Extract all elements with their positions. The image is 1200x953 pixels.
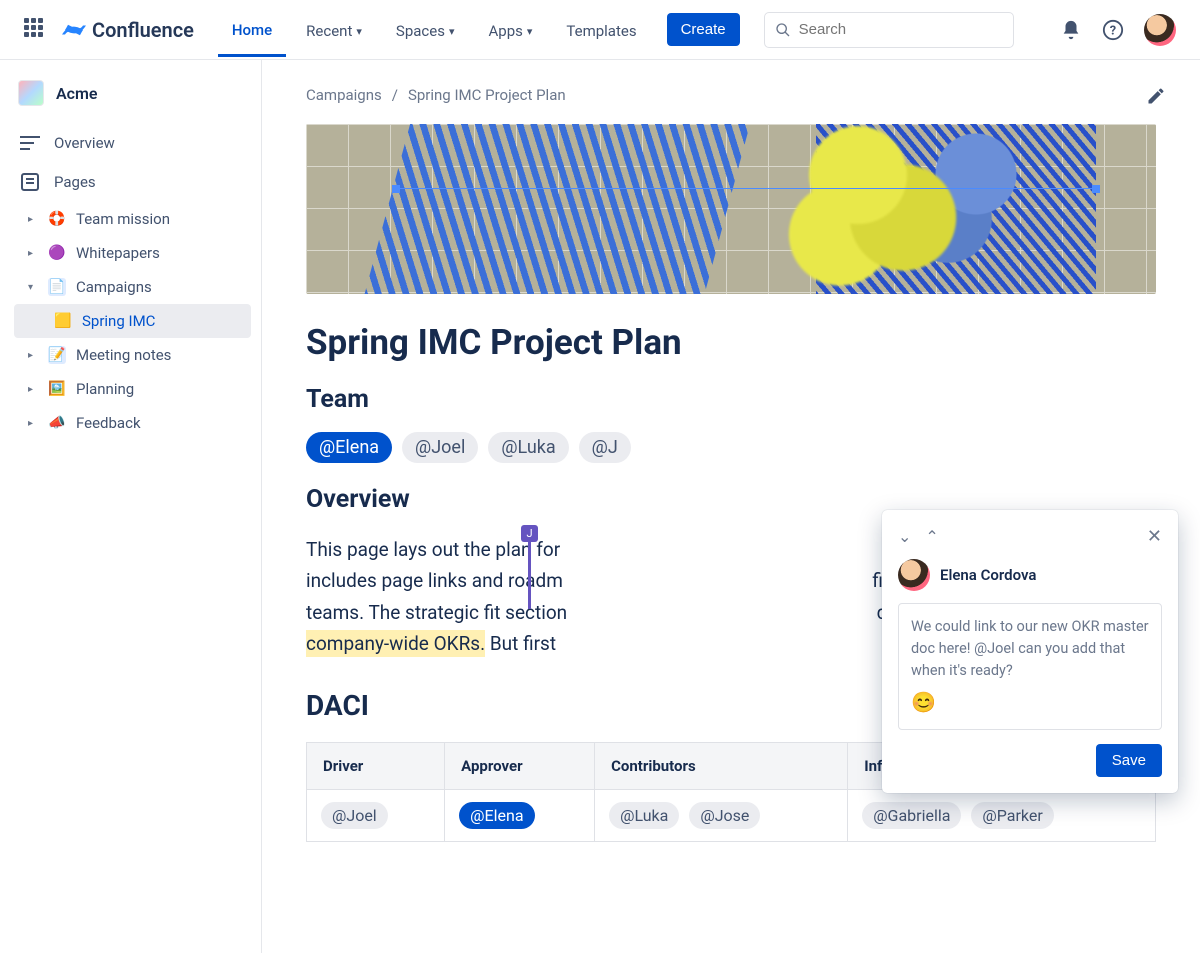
chevron-down-icon: ▾ — [449, 25, 455, 38]
sidebar-overview[interactable]: Overview — [10, 124, 251, 162]
mention-luka[interactable]: @Luka — [609, 802, 679, 829]
table-row: @Joel @Elena @Luka @Jose @Gabriella @Par… — [307, 790, 1156, 842]
hero-image — [306, 124, 1156, 294]
tree-item-feedback[interactable]: ▸ 📣 Feedback — [14, 406, 251, 440]
comment-author-avatar — [898, 559, 930, 591]
confluence-logo[interactable]: Confluence — [62, 18, 194, 42]
comment-next-icon[interactable]: ⌃ — [925, 527, 938, 546]
sidebar-pages[interactable]: Pages — [10, 162, 251, 202]
team-heading: Team — [306, 385, 1156, 414]
cube-icon: 🟣 — [48, 244, 66, 262]
app-switcher-icon[interactable] — [24, 18, 48, 42]
document-icon: 📄 — [48, 278, 66, 296]
chevron-down-icon: ▾ — [356, 25, 362, 38]
mention-elena[interactable]: @Elena — [459, 802, 534, 829]
tree-item-meeting-notes[interactable]: ▸ 📝 Meeting notes — [14, 338, 251, 372]
space-icon — [18, 80, 44, 106]
close-icon[interactable]: ✕ — [1147, 526, 1162, 547]
team-mentions: @Elena @Joel @Luka @J — [306, 432, 1156, 463]
megaphone-icon: 📣 — [48, 414, 66, 432]
space-header[interactable]: Acme — [10, 76, 251, 124]
daci-header-approver: Approver — [445, 743, 595, 790]
tree-item-team-mission[interactable]: ▸ 🛟 Team mission — [14, 202, 251, 236]
chevron-right-icon: ▸ — [28, 418, 38, 429]
mention-jose[interactable]: @Jose — [689, 802, 760, 829]
mention-gabriella[interactable]: @Gabriella — [862, 802, 961, 829]
breadcrumb-current[interactable]: Spring IMC Project Plan — [408, 86, 566, 104]
mention-joel[interactable]: @Joel — [321, 802, 388, 829]
svg-text:?: ? — [1110, 23, 1116, 38]
breadcrumb: Campaigns / Spring IMC Project Plan — [306, 86, 1156, 104]
daci-header-driver: Driver — [307, 743, 445, 790]
nav-home[interactable]: Home — [218, 3, 286, 57]
breadcrumb-parent[interactable]: Campaigns — [306, 86, 382, 104]
chevron-right-icon: ▸ — [28, 350, 38, 361]
emoji-icon: 😊 — [911, 687, 1149, 717]
help-icon[interactable]: ? — [1102, 19, 1124, 41]
nav-spaces[interactable]: Spaces▾ — [382, 4, 469, 55]
search-input[interactable] — [799, 21, 1003, 38]
collaborator-cursor — [528, 534, 531, 609]
mention-parker[interactable]: @Parker — [971, 802, 1053, 829]
space-name: Acme — [56, 84, 98, 103]
top-navigation: Confluence Home Recent▾ Spaces▾ Apps▾ Te… — [0, 0, 1200, 60]
tree-item-spring-imc[interactable]: 🟨 Spring IMC — [14, 304, 251, 338]
highlighted-text: company-wide OKRs. — [306, 630, 485, 657]
comment-popover: ⌄ ⌃ ✕ Elena Cordova We could link to our… — [882, 510, 1178, 793]
pages-icon — [20, 172, 40, 192]
comment-author-name: Elena Cordova — [940, 566, 1036, 584]
nav-recent[interactable]: Recent▾ — [292, 4, 376, 55]
search-icon — [775, 22, 791, 38]
mention-elena[interactable]: @Elena — [306, 432, 392, 463]
tree-item-whitepapers[interactable]: ▸ 🟣 Whitepapers — [14, 236, 251, 270]
sidebar: Acme Overview Pages ▸ 🛟 Team mission ▸ 🟣… — [0, 60, 262, 953]
comment-input[interactable]: We could link to our new OKR master doc … — [898, 603, 1162, 730]
nav-templates[interactable]: Templates — [552, 4, 650, 55]
chevron-right-icon: ▸ — [28, 248, 38, 259]
page-title: Spring IMC Project Plan — [306, 322, 1156, 363]
search-field[interactable] — [764, 12, 1014, 48]
confluence-icon — [62, 18, 86, 42]
notes-icon: 📝 — [48, 346, 66, 364]
notifications-icon[interactable] — [1060, 19, 1082, 41]
overview-icon — [20, 135, 40, 151]
nav-apps[interactable]: Apps▾ — [474, 4, 546, 55]
chevron-down-icon: ▾ — [28, 282, 38, 293]
mention-luka[interactable]: @Luka — [488, 432, 568, 463]
save-button[interactable]: Save — [1096, 744, 1162, 777]
tree-item-campaigns[interactable]: ▾ 📄 Campaigns — [14, 270, 251, 304]
comment-prev-icon[interactable]: ⌄ — [898, 527, 911, 546]
daci-header-contributors: Contributors — [595, 743, 848, 790]
page-icon: 🟨 — [54, 312, 72, 330]
app-name: Confluence — [92, 18, 194, 42]
edit-icon[interactable] — [1146, 86, 1166, 110]
mention-joel[interactable]: @Joel — [402, 432, 478, 463]
create-button[interactable]: Create — [667, 13, 740, 46]
tree-item-planning[interactable]: ▸ 🖼️ Planning — [14, 372, 251, 406]
page-content: Campaigns / Spring IMC Project Plan Spri… — [262, 60, 1200, 953]
chevron-down-icon: ▾ — [527, 25, 533, 38]
user-avatar[interactable] — [1144, 14, 1176, 46]
mention-partial[interactable]: @J — [579, 432, 631, 463]
target-icon: 🛟 — [48, 210, 66, 228]
chevron-right-icon: ▸ — [28, 384, 38, 395]
image-icon: 🖼️ — [48, 380, 66, 398]
chevron-right-icon: ▸ — [28, 214, 38, 225]
